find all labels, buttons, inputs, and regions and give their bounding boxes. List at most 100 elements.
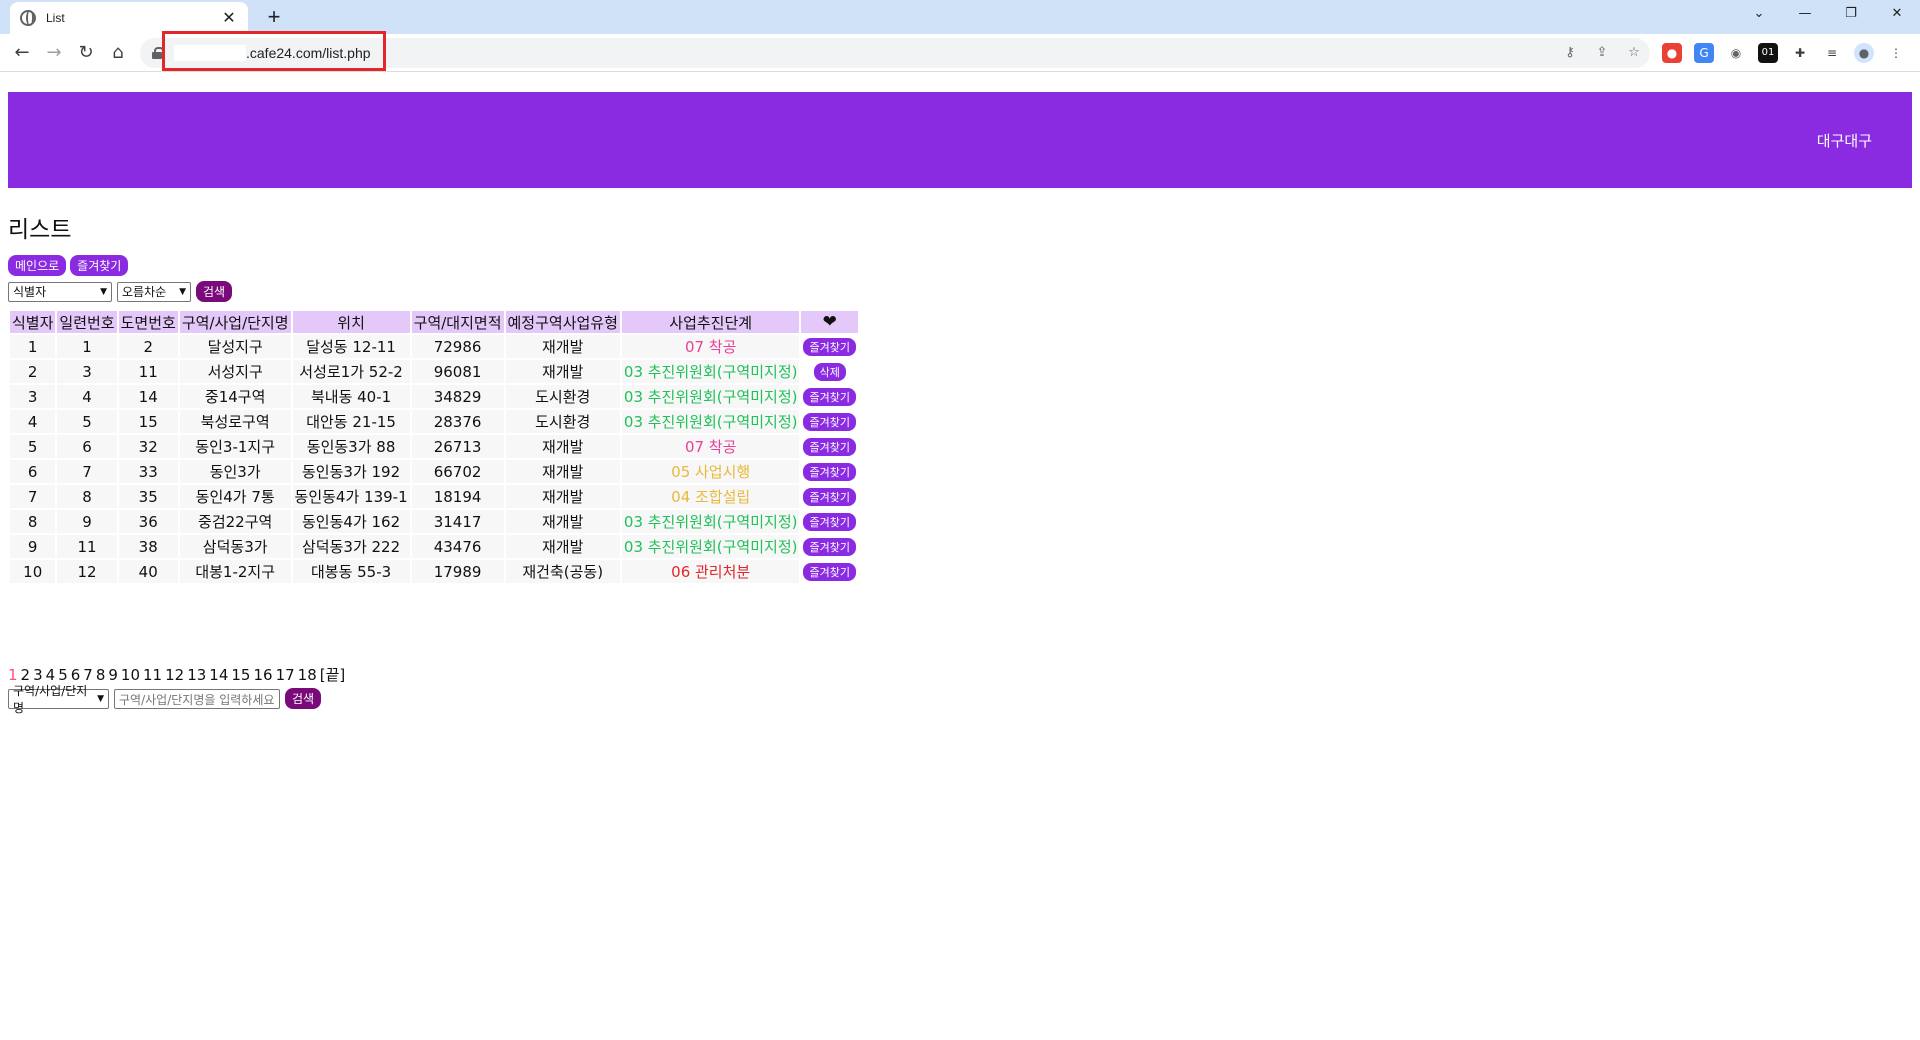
- page-link[interactable]: 13: [187, 666, 206, 684]
- cell-action: 즐겨찾기: [801, 335, 858, 358]
- cell-stage: 03 추진위원회(구역미지정): [621, 410, 800, 433]
- translate-icon[interactable]: G: [1694, 43, 1714, 63]
- add-favorite-button[interactable]: 즐겨찾기: [803, 438, 856, 456]
- cell-action: 삭제: [801, 360, 858, 383]
- top-button-row: 메인으로 즐겨찾기: [8, 255, 129, 276]
- sort-field-select[interactable]: 식별자 ▼: [8, 281, 112, 302]
- cell-action: 즐겨찾기: [801, 460, 858, 483]
- search-field-value: 구역/사업/단지명: [13, 683, 88, 715]
- page-link[interactable]: 17: [276, 666, 295, 684]
- page-viewport: 대구대구 리스트 메인으로 즐겨찾기 식별자 ▼ 오름차순 ▼ 검색 식별자 일…: [0, 72, 1920, 1040]
- col-header-drawing[interactable]: 도면번호: [118, 311, 178, 333]
- add-favorite-button[interactable]: 즐겨찾기: [803, 388, 856, 406]
- profile-avatar[interactable]: ●: [1854, 43, 1874, 63]
- page-link-end[interactable]: [끝]: [320, 666, 346, 684]
- key-icon[interactable]: ⚷: [1560, 43, 1580, 63]
- cell-stage: 03 추진위원회(구역미지정): [621, 360, 800, 383]
- forward-icon[interactable]: →: [40, 39, 68, 67]
- share-icon[interactable]: ⇪: [1592, 43, 1612, 63]
- col-header-favorite: ❤: [801, 311, 858, 333]
- puzzle-icon[interactable]: ✚: [1790, 43, 1810, 63]
- browser-tab[interactable]: List ✕: [10, 2, 248, 34]
- cell-id: 9: [10, 535, 56, 558]
- cell-stage: 07 착공: [621, 335, 800, 358]
- reload-icon[interactable]: ↻: [72, 39, 100, 67]
- new-tab-button[interactable]: +: [260, 4, 288, 32]
- cell-name: 대봉1-2지구: [179, 560, 291, 583]
- page-link[interactable]: 18: [298, 666, 317, 684]
- cell-name: 달성지구: [179, 335, 291, 358]
- col-header-name[interactable]: 구역/사업/단지명: [179, 311, 291, 333]
- cell-serial: 9: [57, 510, 117, 533]
- cell-stage: 07 착공: [621, 435, 800, 458]
- cell-drawing: 14: [118, 385, 178, 408]
- add-favorite-button[interactable]: 즐겨찾기: [803, 513, 856, 531]
- cell-action: 즐겨찾기: [801, 485, 858, 508]
- add-favorite-button[interactable]: 즐겨찾기: [803, 413, 856, 431]
- page-link[interactable]: 11: [143, 666, 162, 684]
- cell-drawing: 36: [118, 510, 178, 533]
- page-link[interactable]: 12: [165, 666, 184, 684]
- cell-action: 즐겨찾기: [801, 560, 858, 583]
- add-favorite-button[interactable]: 즐겨찾기: [803, 538, 856, 556]
- cell-name: 동인3가: [179, 460, 291, 483]
- minimize-icon[interactable]: —: [1782, 0, 1828, 30]
- favorites-button[interactable]: 즐겨찾기: [70, 255, 129, 276]
- page-link[interactable]: 9: [108, 666, 118, 684]
- table-row: 5 6 32 동인3-1지구 동인동3가 88 26713 재개발 07 착공 즐겨찾기: [10, 435, 858, 458]
- chevron-down-icon: ▼: [179, 286, 186, 297]
- menu-kebab-icon[interactable]: ⋮: [1886, 43, 1906, 63]
- cell-type: 재개발: [505, 335, 620, 358]
- add-favorite-button[interactable]: 즐겨찾기: [803, 488, 856, 506]
- search-input[interactable]: 구역/사업/단지명을 입력하세요: [114, 688, 280, 709]
- page-link[interactable]: 10: [121, 666, 140, 684]
- cell-drawing: 11: [118, 360, 178, 383]
- add-favorite-button[interactable]: 즐겨찾기: [803, 463, 856, 481]
- tab-search-icon[interactable]: ⌄: [1736, 0, 1782, 30]
- search-field-select[interactable]: 구역/사업/단지명 ▼: [8, 684, 109, 715]
- chevron-down-icon: ▼: [100, 286, 107, 297]
- extension-icon-1[interactable]: ●: [1662, 43, 1682, 63]
- cell-id: 7: [10, 485, 56, 508]
- page-link[interactable]: 8: [96, 666, 106, 684]
- cell-id: 4: [10, 410, 56, 433]
- add-favorite-button[interactable]: 즐겨찾기: [803, 563, 856, 581]
- search-button[interactable]: 검색: [285, 688, 322, 709]
- cell-action: 즐겨찾기: [801, 510, 858, 533]
- star-icon[interactable]: ☆: [1624, 43, 1644, 63]
- close-window-icon[interactable]: ✕: [1874, 0, 1920, 30]
- close-tab-icon[interactable]: ✕: [220, 8, 238, 28]
- extension-icon-4[interactable]: 01: [1758, 43, 1778, 63]
- cell-serial: 11: [57, 535, 117, 558]
- home-icon[interactable]: ⌂: [104, 39, 132, 67]
- sort-order-select[interactable]: 오름차순 ▼: [117, 281, 191, 302]
- restore-icon[interactable]: ❐: [1828, 0, 1874, 30]
- cell-id: 8: [10, 510, 56, 533]
- add-favorite-button[interactable]: 즐겨찾기: [803, 338, 856, 356]
- header-user-label[interactable]: 대구대구: [1817, 130, 1872, 151]
- page-link[interactable]: 15: [231, 666, 250, 684]
- cell-name: 중검22구역: [179, 510, 291, 533]
- page-link[interactable]: 14: [209, 666, 228, 684]
- sort-order-value: 오름차순: [122, 285, 167, 299]
- col-header-area[interactable]: 구역/대지면적: [411, 311, 504, 333]
- delete-favorite-button[interactable]: 삭제: [813, 363, 846, 381]
- extension-icon-3[interactable]: ◉: [1726, 43, 1746, 63]
- main-button[interactable]: 메인으로: [8, 255, 67, 276]
- col-header-type[interactable]: 예정구역사업유형: [505, 311, 620, 333]
- cell-area: 17989: [411, 560, 504, 583]
- col-header-id[interactable]: 식별자: [10, 311, 56, 333]
- cell-name: 중14구역: [179, 385, 291, 408]
- sort-search-button[interactable]: 검색: [196, 281, 233, 302]
- col-header-stage[interactable]: 사업추진단계: [621, 311, 800, 333]
- col-header-serial[interactable]: 일련번호: [57, 311, 117, 333]
- heart-icon: ❤: [822, 312, 837, 332]
- chevron-down-icon: ▼: [97, 693, 104, 704]
- cell-serial: 5: [57, 410, 117, 433]
- page-link[interactable]: 16: [253, 666, 272, 684]
- col-header-location[interactable]: 위치: [292, 311, 410, 333]
- back-icon[interactable]: ←: [8, 39, 36, 67]
- tab-strip: List ✕ + ⌄ — ❐ ✕: [0, 0, 1920, 34]
- reading-list-icon[interactable]: ≡: [1822, 43, 1842, 63]
- cell-serial: 3: [57, 360, 117, 383]
